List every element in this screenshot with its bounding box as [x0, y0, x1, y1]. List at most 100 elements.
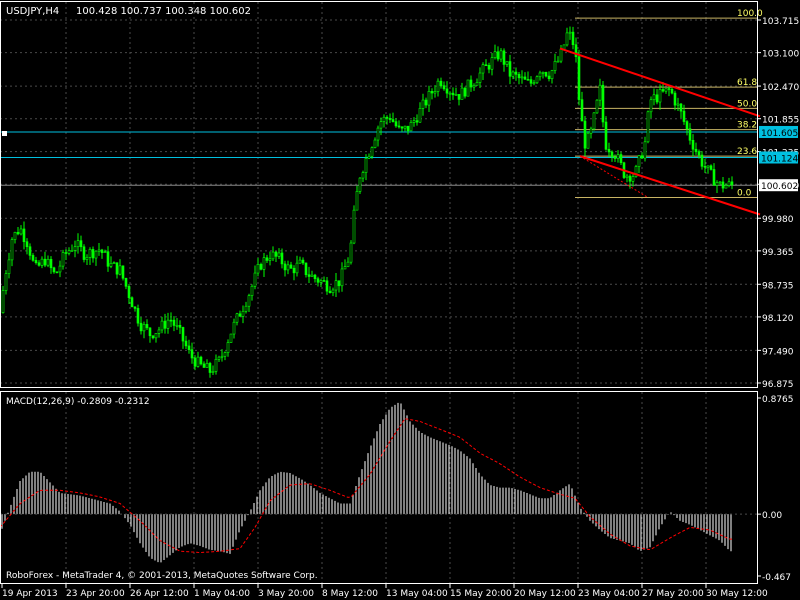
time-tick-label: 23 May 04:00 — [578, 589, 640, 599]
time-tick-label: 27 May 20:00 — [642, 589, 704, 599]
candle-body — [334, 280, 338, 291]
candle-body — [670, 88, 674, 94]
candle-body — [28, 246, 32, 256]
candle-body — [529, 79, 533, 84]
candle-body — [142, 324, 146, 332]
candle-body — [313, 274, 317, 279]
candle-body — [319, 280, 323, 283]
candle-body — [526, 79, 530, 81]
candle-body — [283, 263, 287, 271]
candle-body — [559, 48, 563, 62]
macd-tick-label: -0.467 — [762, 573, 791, 583]
candle-body — [610, 151, 614, 158]
candle-body — [226, 342, 230, 353]
candle-body — [535, 76, 539, 84]
candle-body — [538, 72, 542, 78]
line-anchor-marker[interactable] — [2, 131, 7, 136]
time-tick-label: 30 May 12:00 — [706, 589, 768, 599]
candle-body — [442, 85, 446, 90]
candle-body — [217, 356, 221, 360]
candle-body — [565, 32, 569, 46]
candle-body — [157, 329, 161, 334]
candle-body — [160, 320, 164, 331]
candle-body — [679, 103, 683, 112]
candle-body — [652, 94, 656, 101]
candle-body — [73, 246, 77, 251]
price-flag-label: 101.124 — [761, 155, 798, 165]
candle-body — [388, 118, 392, 120]
candle-body — [40, 258, 44, 266]
candle-body — [94, 250, 98, 259]
candle-body — [241, 310, 245, 317]
candle-body — [397, 125, 401, 128]
fib-level-label: 0.0 — [737, 189, 752, 199]
candle-body — [517, 74, 521, 79]
time-tick-label: 26 Apr 12:00 — [130, 589, 189, 599]
candle-body — [688, 128, 692, 141]
candle-body — [664, 88, 668, 92]
candle-body — [724, 185, 728, 189]
candle-body — [625, 175, 629, 178]
candle-body — [340, 268, 344, 287]
symbol-label: USDJPY,H4 — [6, 6, 59, 17]
candle-body — [556, 60, 560, 63]
candle-body — [439, 80, 443, 86]
candle-body — [193, 357, 197, 367]
candle-body — [106, 251, 110, 267]
candle-body — [406, 125, 410, 132]
candle-body — [361, 172, 365, 179]
candle-body — [631, 176, 635, 182]
candle-body — [208, 363, 212, 373]
fib-level-label: 50.0 — [737, 99, 757, 109]
ohlc-label: 100.428 100.737 100.348 100.602 — [76, 6, 251, 17]
candle-body — [118, 265, 122, 275]
candle-body — [97, 249, 101, 252]
candle-body — [643, 141, 647, 159]
price-tick-label: 103.100 — [762, 50, 799, 60]
candle-body — [451, 92, 455, 96]
candle-body — [301, 259, 305, 264]
time-tick-label: 13 May 04:00 — [386, 589, 448, 599]
macd-tick-label: 0.00 — [762, 511, 782, 521]
candle-body — [358, 177, 362, 192]
candle-body — [43, 258, 47, 266]
candle-body — [337, 280, 341, 287]
candle-body — [205, 363, 209, 368]
candle-body — [433, 91, 437, 94]
candle-body — [349, 242, 353, 263]
candle-body — [601, 84, 605, 123]
candle-body — [220, 355, 224, 358]
candle-body — [367, 155, 371, 159]
candle-body — [676, 103, 680, 106]
candle-body — [703, 166, 707, 168]
candle-body — [616, 154, 620, 159]
candle-body — [544, 71, 548, 77]
candle-body — [91, 249, 95, 259]
candle-body — [271, 251, 275, 260]
candle-body — [7, 259, 11, 274]
candle-body — [82, 246, 86, 260]
candle-body — [85, 257, 89, 260]
candle-body — [604, 121, 608, 150]
candle-body — [55, 271, 59, 274]
candle-body — [730, 181, 734, 186]
candle-body — [79, 240, 83, 248]
candle-body — [187, 345, 191, 350]
candle-body — [52, 267, 56, 273]
candle-body — [67, 250, 71, 254]
time-tick-label: 19 Apr 2013 — [2, 589, 58, 599]
price-tick-label: 101.855 — [762, 116, 799, 126]
time-tick-label: 20 May 12:00 — [514, 589, 576, 599]
candle-body — [436, 80, 440, 92]
candle-body — [475, 82, 479, 86]
candle-body — [169, 319, 173, 322]
price-tick-label: 98.735 — [762, 281, 794, 291]
candle-body — [502, 50, 506, 65]
candle-body — [541, 71, 545, 74]
trading-chart[interactable]: 100.0 61.8 50.0 38.2 23.6 0.0 103.715 103.100 1… — [0, 0, 800, 600]
candle-body — [547, 75, 551, 80]
candle-body — [259, 264, 263, 270]
candle-body — [478, 72, 482, 83]
candle-body — [586, 132, 590, 149]
candle-body — [124, 277, 128, 287]
